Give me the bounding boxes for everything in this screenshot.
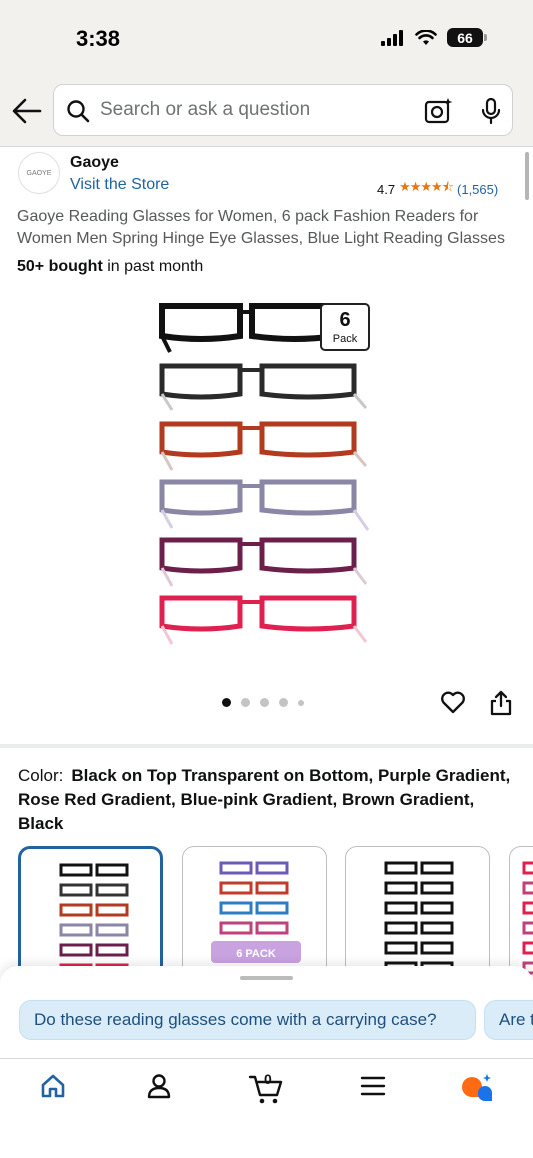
brand-name[interactable]: Gaoye <box>70 154 119 172</box>
menu-icon[interactable] <box>360 1073 386 1099</box>
heart-icon[interactable] <box>440 690 466 714</box>
bought-count: 50+ bought <box>17 258 103 275</box>
section-divider <box>0 744 533 748</box>
bottom-tab-bar: 0 <box>0 1059 533 1158</box>
home-icon[interactable] <box>40 1073 66 1099</box>
header-divider <box>0 146 533 147</box>
rufus-assistant-icon[interactable] <box>460 1073 494 1103</box>
question-chip[interactable]: Do these reading glasses come with a car… <box>19 1000 476 1040</box>
product-title: Gaoye Reading Glasses for Women, 6 pack … <box>17 208 505 247</box>
color-swatch-colorful-pack[interactable]: 6 PACK <box>182 846 327 986</box>
carousel-dot[interactable] <box>241 698 250 707</box>
cart-tab[interactable]: 0 <box>248 1071 284 1105</box>
search-icon <box>67 100 90 123</box>
share-icon[interactable] <box>490 690 512 716</box>
brand-logo[interactable]: GAOYE <box>18 152 60 194</box>
review-count[interactable]: (1,565) <box>457 182 498 197</box>
carousel-dot[interactable] <box>298 699 304 706</box>
status-time: 3:38 <box>76 26 121 51</box>
glasses-brown-gradient <box>159 421 368 471</box>
search-placeholder: Search or ask a question <box>100 99 311 120</box>
color-swatch-black[interactable] <box>345 846 490 986</box>
back-arrow-icon[interactable] <box>10 96 44 126</box>
battery-icon: 66 <box>447 28 487 47</box>
carousel-dot[interactable] <box>222 698 231 707</box>
cart-count: 0 <box>264 1071 272 1087</box>
color-key: Color: <box>18 766 64 785</box>
question-chip[interactable]: Are t <box>484 1000 533 1040</box>
status-bar: 3:38 66 <box>0 0 533 78</box>
pack-number: 6 <box>339 309 351 331</box>
scrollbar[interactable] <box>525 152 529 200</box>
six-pack-badge: 6 Pack <box>320 303 370 351</box>
carousel-dot[interactable] <box>279 698 288 707</box>
glasses-black <box>159 303 339 353</box>
bought-suffix: in past month <box>102 258 204 275</box>
microphone-icon[interactable] <box>481 97 501 125</box>
star-rating-icon: ★★★★⯪ <box>399 179 454 194</box>
rating-summary[interactable]: 4.7 ★★★★⯪ (1,565) <box>377 178 498 200</box>
status-icons: 66 <box>381 28 487 47</box>
search-input[interactable]: Search or ask a question <box>53 84 513 136</box>
rating-value: 4.7 <box>377 181 396 197</box>
color-value: Black on Top Transparent on Bottom, Purp… <box>18 766 511 833</box>
color-swatch-red[interactable] <box>509 846 533 986</box>
visit-store-link[interactable]: Visit the Store <box>70 176 169 194</box>
image-carousel-dots[interactable] <box>222 698 304 707</box>
search-header: Search or ask a question <box>0 78 533 146</box>
wifi-icon <box>415 29 437 45</box>
glasses-purple-gradient <box>159 537 368 587</box>
glasses-black-gradient <box>159 363 368 411</box>
signal-icon <box>381 29 403 46</box>
bought-in-past-month: 50+ bought in past month <box>17 258 203 276</box>
color-swatch-gradient-mix[interactable] <box>18 846 163 986</box>
swatch-badge: 6 PACK <box>236 948 276 960</box>
camera-search-icon[interactable] <box>424 97 454 125</box>
glasses-blue-pink-gradient <box>159 479 370 531</box>
sheet-grabber[interactable] <box>240 976 293 980</box>
account-icon[interactable] <box>146 1073 172 1099</box>
pack-label: Pack <box>332 333 358 345</box>
glasses-rose-red-gradient <box>159 595 368 645</box>
color-selection-label: Color: Black on Top Transparent on Bottom… <box>18 764 518 836</box>
suggested-questions-sheet[interactable]: Do these reading glasses come with a car… <box>0 966 533 1058</box>
carousel-dot[interactable] <box>260 698 269 707</box>
